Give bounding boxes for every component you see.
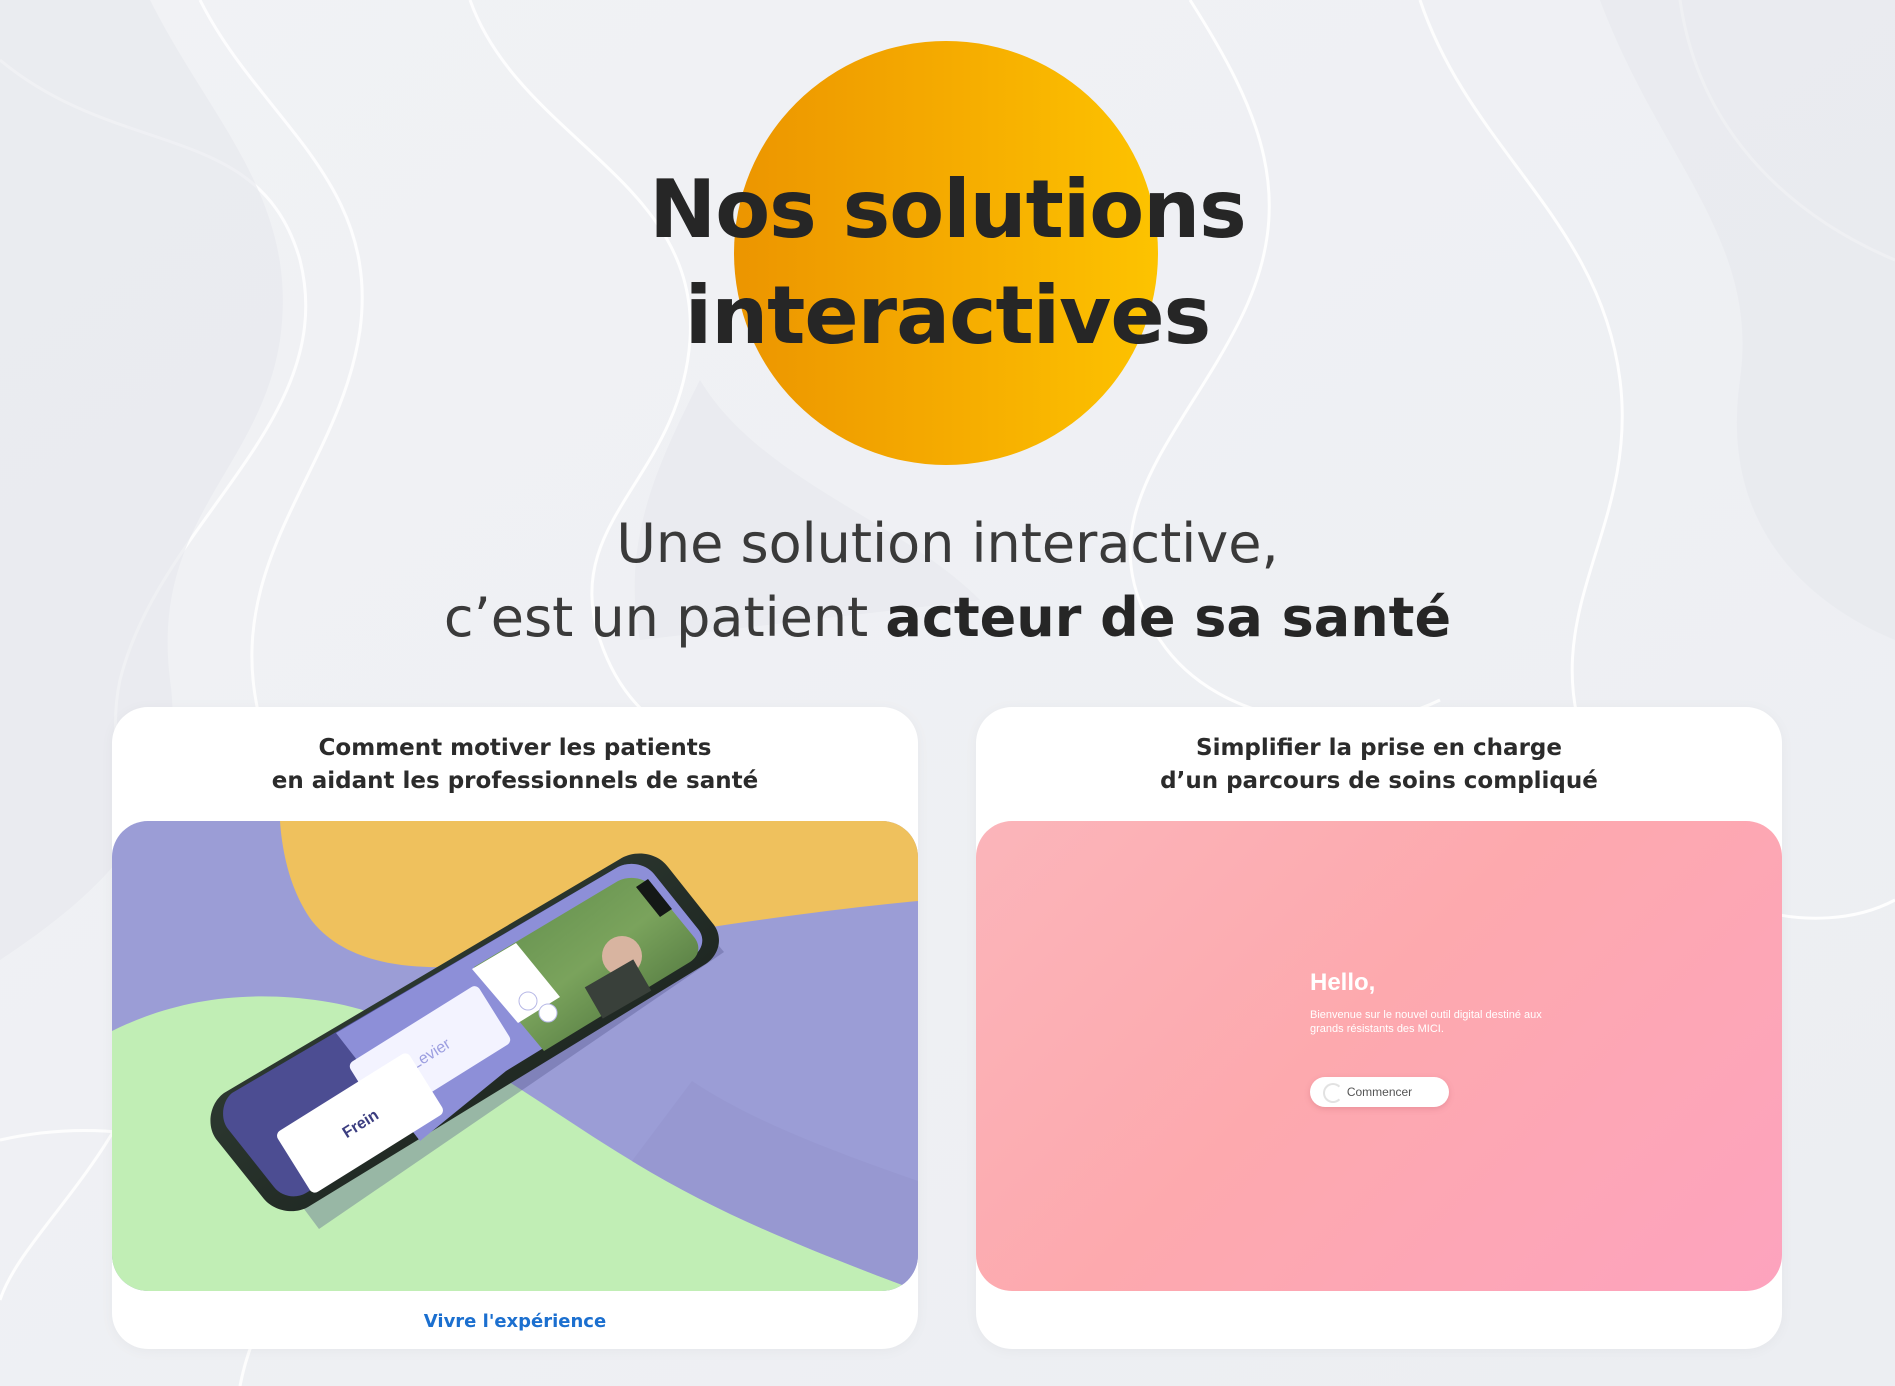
page-title-line2: interactives (684, 269, 1211, 362)
card-illustration-screen: Hello, Bienvenue sur le nouvel outil dig… (976, 821, 1782, 1291)
page-title-line1: Nos solutions (649, 163, 1247, 256)
solution-card-motivation: Comment motiver les patients en aidant l… (112, 707, 918, 1349)
subtitle-line2-strong: acteur de sa santé (885, 586, 1452, 649)
screen-welcome-text: Bienvenue sur le nouvel outil digital de… (1310, 1009, 1542, 1035)
loading-spinner-icon (1323, 1083, 1343, 1103)
card-title-line1: Comment motiver les patients (318, 735, 712, 761)
screen-hello-heading: Hello, (1310, 969, 1376, 996)
card-illustration-phone: Levier Frein (112, 821, 918, 1291)
card-title-line1: Simplifier la prise en charge (1196, 735, 1562, 761)
subtitle-line2-light: c’est un patient (443, 586, 869, 649)
card-title-line2: en aidant les professionnels de santé (271, 768, 759, 794)
card-title-line2: d’un parcours de soins compliqué (1160, 768, 1598, 794)
pink-screen-background (976, 821, 1782, 1291)
card-title: Simplifier la prise en charge d’un parco… (976, 732, 1782, 798)
commencer-button[interactable]: Commencer (1310, 1077, 1449, 1107)
subtitle-line1: Une solution interactive, (616, 512, 1279, 575)
commencer-button-label: Commencer (1346, 1085, 1413, 1099)
page-title: Nos solutions interactives (0, 157, 1895, 369)
card-title: Comment motiver les patients en aidant l… (112, 732, 918, 798)
hero-section: Nos solutions interactives Une solution … (0, 0, 1895, 700)
hero-subtitle: Une solution interactive, c’est un patie… (0, 507, 1895, 655)
vivre-experience-link[interactable]: Vivre l'expérience (112, 1311, 918, 1332)
solution-card-parcours: Simplifier la prise en charge d’un parco… (976, 707, 1782, 1349)
